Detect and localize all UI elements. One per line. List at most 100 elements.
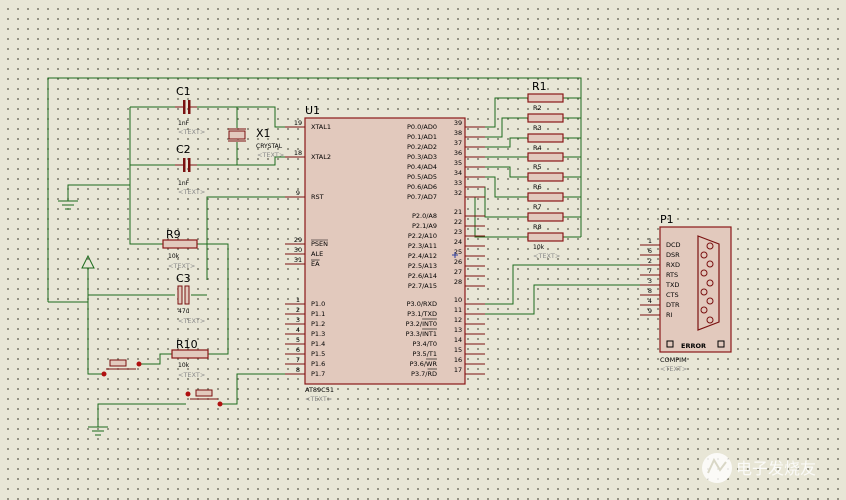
- p1-ref: P1: [660, 213, 674, 226]
- capacitor-c2[interactable]: C2 1nF <TEXT>: [175, 143, 205, 196]
- resistor-r9[interactable]: R9 10k <TEXT>: [162, 228, 198, 270]
- c1-ref: C1: [176, 85, 191, 98]
- pin-label: P1.4: [311, 340, 325, 348]
- rpack-label: R7: [533, 203, 542, 211]
- pin-number: 38: [454, 129, 462, 137]
- r9-ref: R9: [166, 228, 181, 241]
- pin-number: 26: [454, 258, 462, 266]
- pin-label: P0.1/AD1: [407, 133, 437, 141]
- pin-number: 7: [648, 267, 652, 275]
- mcu-text-tag: <TEXT>: [305, 395, 332, 403]
- pin-number: 35: [454, 159, 462, 167]
- capacitor-c1[interactable]: C1 1nF <TEXT>: [175, 85, 205, 136]
- rpack-label: R3: [533, 124, 542, 132]
- pin-number: 12: [454, 316, 462, 324]
- rpack-ref: R1: [532, 80, 547, 93]
- pin-number: 9: [296, 189, 300, 197]
- pin-number: 9: [648, 307, 652, 315]
- power-symbol: [81, 254, 95, 269]
- x1-text-tag: <TEXT>: [257, 151, 284, 159]
- pin-label: P2.4/A12: [408, 252, 437, 260]
- pin-number: 31: [294, 256, 302, 264]
- pin-label: P0.4/AD4: [407, 163, 437, 171]
- pin-label: P0.2/AD2: [407, 143, 437, 151]
- resistor-r10[interactable]: R10 10k <TEXT>: [171, 338, 209, 379]
- pin-number: 33: [454, 179, 462, 187]
- r10-value: 10k: [178, 362, 190, 369]
- pin-number: 4: [296, 326, 300, 334]
- pin-label: P1.2: [311, 320, 325, 328]
- watermark: 电子发烧友: [702, 453, 816, 483]
- r10-text-tag: <TEXT>: [178, 371, 205, 379]
- rpack-resistor-7[interactable]: R8: [527, 212, 564, 231]
- schematic-canvas: C1 1nF <TEXT> C2 1nF <TEXT> X1 CRYSTAL <…: [47, 77, 816, 483]
- rpack-resistor-3[interactable]: R4: [527, 133, 564, 152]
- rpack-resistor-6[interactable]: R7: [527, 192, 564, 211]
- pin-number: 1: [648, 237, 652, 245]
- r10-ref: R10: [176, 338, 198, 351]
- pin-label: P3.2/INT0: [406, 320, 437, 328]
- pin-label: P3.3/INT1: [406, 330, 437, 338]
- reset-switch[interactable]: [101, 359, 142, 377]
- serial-port-p1[interactable]: P1 1 DCD 6 DSR 2 RXD 7 RTS 3 TXD 8 CTS 4 DTR 9 RI ERROR…: [640, 213, 732, 373]
- c1-value: 1nF: [178, 120, 190, 127]
- rpack-resistor-2[interactable]: R3: [527, 113, 564, 132]
- pin-label: P3.5/T1: [412, 350, 437, 358]
- pin-number: 3: [648, 277, 652, 285]
- pin-label: XTAL2: [311, 153, 331, 161]
- pin-label: P2.2/A10: [408, 232, 437, 240]
- pin-label: P1.5: [311, 350, 325, 358]
- p1-text-tag: <TEXT>: [660, 365, 687, 373]
- pin-label: DTR: [666, 301, 680, 309]
- pin-label: P2.6/A14: [408, 272, 437, 280]
- r9-text-tag: <TEXT>: [168, 262, 195, 270]
- pin-number: 14: [454, 336, 462, 344]
- pin-label: P2.7/A15: [408, 282, 437, 290]
- pin-number: 29: [294, 236, 302, 244]
- r9-value: 10k: [168, 253, 180, 260]
- pin-label: P0.6/AD6: [407, 183, 437, 191]
- pin-label: P1.6: [311, 360, 325, 368]
- rpack-resistor-5[interactable]: R6: [527, 172, 564, 191]
- pin-number: 15: [454, 346, 462, 354]
- pin-label: DSR: [666, 251, 680, 259]
- pin-label: P3.1/TXD: [407, 310, 437, 318]
- rpack-resistor-1[interactable]: R2: [527, 93, 564, 112]
- pin-number: 19: [294, 119, 302, 127]
- pin-label: P0.3/AD3: [407, 153, 437, 161]
- mcu-ref: U1: [305, 104, 320, 117]
- pin-number: 10: [454, 296, 462, 304]
- crystal-x1[interactable]: X1 CRYSTAL <TEXT>: [228, 127, 284, 159]
- pin-number: 24: [454, 238, 462, 246]
- pin-number: 8: [296, 366, 300, 374]
- p17-switch[interactable]: [185, 389, 223, 407]
- pin-label: P3.6/WR: [410, 360, 438, 368]
- pin-number: 32: [454, 189, 462, 197]
- pin-label: RST: [311, 193, 324, 201]
- rpack-resistor-8[interactable]: [527, 232, 564, 242]
- pin-number: 6: [296, 346, 300, 354]
- pin-label: EA: [311, 260, 320, 268]
- c2-value: 1nF: [178, 180, 190, 187]
- rpack-resistor-4[interactable]: R5: [527, 152, 564, 171]
- pin-label: DCD: [666, 241, 681, 249]
- c2-text-tag: <TEXT>: [178, 188, 205, 196]
- pin-number: 27: [454, 268, 462, 276]
- rpack-label: R8: [533, 223, 542, 231]
- x1-value: CRYSTAL: [256, 143, 283, 150]
- pin-number: 22: [454, 218, 462, 226]
- pin-label: P0.5/AD5: [407, 173, 437, 181]
- pin-number: 2: [648, 257, 652, 265]
- mcu-part: AT89C51: [305, 386, 334, 394]
- capacitor-c3[interactable]: C3 47u <TEXT>: [176, 272, 205, 325]
- pin-label: CTS: [666, 291, 679, 299]
- pin-number: 5: [296, 336, 300, 344]
- pin-number: 21: [454, 208, 462, 216]
- pin-number: 1: [296, 296, 300, 304]
- pin-label: P1.3: [311, 330, 325, 338]
- x1-ref: X1: [256, 127, 271, 140]
- pin-number: 36: [454, 149, 462, 157]
- rpack-resistors: R2 R3 R4 R5 R6 R7 R8: [527, 93, 564, 242]
- resistor-pack-r1[interactable]: R1 R2 R3 R4 R5 R6 R7 R8 10k <TEXT>: [527, 80, 564, 260]
- pin-label: P2.1/A9: [412, 222, 437, 230]
